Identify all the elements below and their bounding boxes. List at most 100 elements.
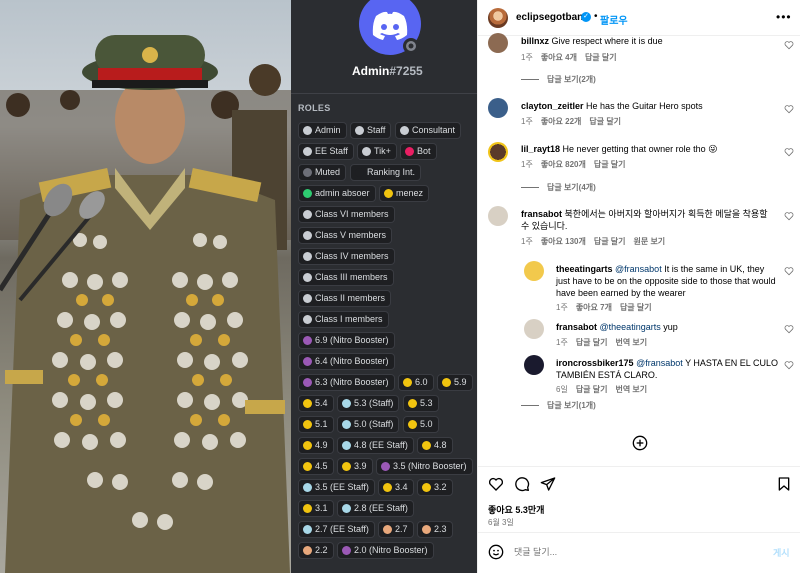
role-chip[interactable]: 6.4 (Nitro Booster) xyxy=(298,353,395,370)
role-chip[interactable]: Bot xyxy=(400,143,437,160)
role-chip[interactable]: 3.4 xyxy=(378,479,414,496)
role-chip[interactable]: 5.3 (Staff) xyxy=(337,395,400,412)
commenter-avatar[interactable] xyxy=(488,142,508,162)
share-icon[interactable] xyxy=(540,476,556,492)
role-label: 5.0 xyxy=(420,419,433,429)
like-comment-heart-icon[interactable] xyxy=(784,147,794,157)
reply-username[interactable]: fransabot xyxy=(556,322,597,332)
role-chip[interactable]: Class I members xyxy=(298,311,389,328)
role-chip[interactable]: 3.5 (Nitro Booster) xyxy=(376,458,473,475)
like-reply-heart-icon[interactable] xyxy=(784,266,794,276)
role-chip[interactable]: 2.3 xyxy=(417,521,453,538)
role-chip[interactable]: Ranking Int. xyxy=(350,164,422,181)
like-reply-heart-icon[interactable] xyxy=(784,360,794,370)
reply-mention[interactable]: @fransabot xyxy=(636,358,683,368)
role-chip[interactable]: 5.1 xyxy=(298,416,334,433)
commenter-avatar[interactable] xyxy=(488,33,508,53)
role-chip[interactable]: 3.1 xyxy=(298,500,334,517)
role-chip[interactable]: 5.4 xyxy=(298,395,334,412)
role-chip[interactable]: 3.9 xyxy=(337,458,373,475)
view-replies-button[interactable]: 답글 보기(1개) xyxy=(521,400,596,411)
role-chip[interactable]: 4.5 xyxy=(298,458,334,475)
comment-username[interactable]: lil_rayt18 xyxy=(521,144,560,154)
role-chip[interactable]: 2.2 xyxy=(298,542,334,559)
comment-username[interactable]: billnxz xyxy=(521,36,549,46)
role-chip[interactable]: Class IV members xyxy=(298,248,395,265)
role-chip[interactable]: Class V members xyxy=(298,227,393,244)
commenter-avatar[interactable] xyxy=(488,98,508,118)
role-chip[interactable]: admin absoer xyxy=(298,185,376,202)
role-chip[interactable]: EE Staff xyxy=(298,143,354,160)
role-chip[interactable]: 5.3 xyxy=(403,395,439,412)
reply-button[interactable]: 답글 달기 xyxy=(576,338,608,347)
load-more-comments-icon[interactable] xyxy=(632,435,648,451)
comment-likes[interactable]: 좋아요 22개 xyxy=(541,117,582,126)
reply-avatar[interactable] xyxy=(524,319,544,339)
more-options-icon[interactable]: ••• xyxy=(776,10,792,24)
comment-likes[interactable]: 좋아요 4개 xyxy=(541,53,577,62)
bookmark-icon[interactable] xyxy=(776,476,792,492)
role-chip[interactable]: 2.7 xyxy=(378,521,414,538)
role-chip[interactable]: 4.8 (EE Staff) xyxy=(337,437,414,454)
view-replies-button[interactable]: 답글 보기(2개) xyxy=(521,74,596,85)
reply-button[interactable]: 답글 달기 xyxy=(620,303,652,312)
commenter-avatar[interactable] xyxy=(488,206,508,226)
like-comment-heart-icon[interactable] xyxy=(784,104,794,114)
role-chip[interactable]: Admin xyxy=(298,122,347,139)
post-likes-count[interactable]: 좋아요 5.3만개 xyxy=(488,503,544,516)
comment-likes[interactable]: 좋아요 130개 xyxy=(541,237,586,246)
like-comment-heart-icon[interactable] xyxy=(784,40,794,50)
role-chip[interactable]: 4.9 xyxy=(298,437,334,454)
comment-likes[interactable]: 좋아요 820개 xyxy=(541,160,586,169)
comment-input[interactable] xyxy=(514,543,754,561)
role-chip[interactable]: Class VI members xyxy=(298,206,395,223)
comment-icon[interactable] xyxy=(514,476,530,492)
reply-avatar[interactable] xyxy=(524,355,544,375)
role-chip[interactable]: 5.9 xyxy=(437,374,473,391)
role-chip[interactable]: 5.0 (Staff) xyxy=(337,416,400,433)
author-username[interactable]: eclipsegotban xyxy=(516,12,583,23)
follow-button[interactable]: 팔로우 xyxy=(600,12,628,27)
comment-username[interactable]: clayton_zeitler xyxy=(521,101,584,111)
reply-button[interactable]: 답글 달기 xyxy=(585,53,617,62)
post-comment-button[interactable]: 게시 xyxy=(773,546,790,559)
role-chip[interactable]: 3.2 xyxy=(417,479,453,496)
author-avatar[interactable] xyxy=(488,8,508,28)
reply-button[interactable]: 답글 달기 xyxy=(589,117,621,126)
like-reply-heart-icon[interactable] xyxy=(784,324,794,334)
comment-username[interactable]: fransabot xyxy=(521,209,562,219)
like-heart-icon[interactable] xyxy=(488,476,504,492)
role-chip[interactable]: Staff xyxy=(350,122,392,139)
reply-avatar[interactable] xyxy=(524,261,544,281)
role-chip[interactable]: Class II members xyxy=(298,290,392,307)
see-translation-button[interactable]: 번역 보기 xyxy=(615,338,647,347)
reply-username[interactable]: theeatingarts xyxy=(556,264,613,274)
emoji-icon[interactable] xyxy=(488,544,504,560)
role-chip[interactable]: 3.5 (EE Staff) xyxy=(298,479,375,496)
role-chip[interactable]: 6.0 xyxy=(398,374,434,391)
role-chip[interactable]: Consultant xyxy=(395,122,462,139)
reply-button[interactable]: 답글 달기 xyxy=(594,160,626,169)
role-chip[interactable]: Muted xyxy=(298,164,347,181)
role-chip[interactable]: 2.8 (EE Staff) xyxy=(337,500,414,517)
role-chip[interactable]: 4.8 xyxy=(417,437,453,454)
role-chip[interactable]: 6.3 (Nitro Booster) xyxy=(298,374,395,391)
reply-mention[interactable]: @theeatingarts xyxy=(600,322,661,332)
see-translation-button[interactable]: 번역 보기 xyxy=(615,385,647,394)
reply-button[interactable]: 답글 달기 xyxy=(576,385,608,394)
role-chip[interactable]: 6.9 (Nitro Booster) xyxy=(298,332,395,349)
role-chip[interactable]: Tik+ xyxy=(357,143,397,160)
role-chip[interactable]: Class III members xyxy=(298,269,394,286)
post-media[interactable]: Admin#7255 ROLES Admin Staff Consultant EE … xyxy=(0,0,477,573)
role-chip[interactable]: menez xyxy=(379,185,430,202)
role-chip[interactable]: 2.7 (EE Staff) xyxy=(298,521,375,538)
reply-mention[interactable]: @fransabot xyxy=(615,264,662,274)
role-chip[interactable]: 2.0 (Nitro Booster) xyxy=(337,542,434,559)
reply-username[interactable]: ironcrossbiker175 xyxy=(556,358,634,368)
reply-likes[interactable]: 좋아요 7개 xyxy=(576,303,612,312)
role-chip[interactable]: 5.0 xyxy=(403,416,439,433)
reply-button[interactable]: 답글 달기 xyxy=(594,237,626,246)
see-original-button[interactable]: 원문 보기 xyxy=(634,237,666,246)
like-comment-heart-icon[interactable] xyxy=(784,211,794,221)
view-replies-button[interactable]: 답글 보기(4개) xyxy=(521,182,596,193)
